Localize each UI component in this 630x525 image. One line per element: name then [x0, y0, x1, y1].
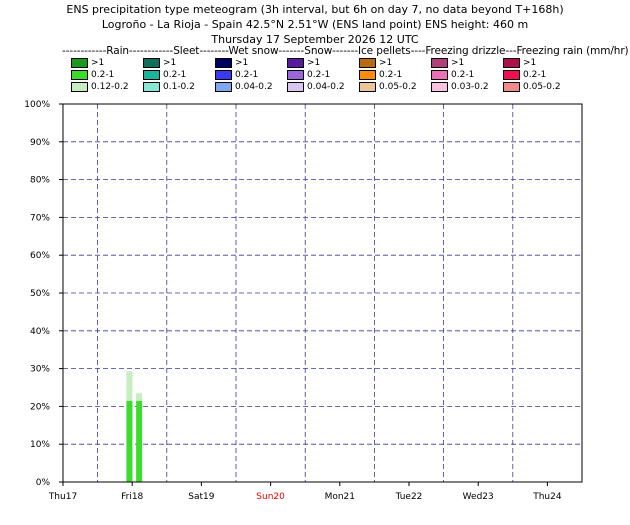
y-tick-label: 0%: [36, 478, 51, 488]
bar-segment: [126, 371, 133, 401]
precipitation-chart: 0% 10% 20% 30% 40% 50% 60% 70% 80% 90% 100% Thu17 Fr…: [24, 100, 583, 502]
y-tick-label: 40%: [30, 327, 50, 337]
y-tick-label: 100%: [24, 100, 50, 110]
y-tick-label: 60%: [30, 251, 50, 261]
x-tick-label: Tue22: [395, 492, 423, 502]
x-tick-label: Sat19: [188, 492, 214, 502]
y-tick-label: 50%: [30, 289, 50, 299]
x-tick-label: Sun20: [256, 492, 285, 502]
y-tick-label: 30%: [30, 365, 50, 375]
y-tick-label: 80%: [30, 176, 50, 186]
y-tick-label: 70%: [30, 213, 50, 223]
y-tick-label: 10%: [30, 440, 50, 450]
x-tick-label: Thu17: [48, 492, 77, 502]
y-tick-label: 90%: [30, 138, 50, 148]
x-tick-label: Wed23: [463, 492, 494, 502]
bar-segment: [136, 393, 143, 401]
x-tick-label: Fri18: [121, 492, 143, 502]
x-tick-label: Thu24: [532, 492, 562, 502]
x-tick-label: Mon21: [325, 492, 355, 502]
bar-segment: [136, 400, 143, 482]
bar-segment: [126, 400, 133, 482]
y-tick-label: 20%: [30, 402, 50, 412]
